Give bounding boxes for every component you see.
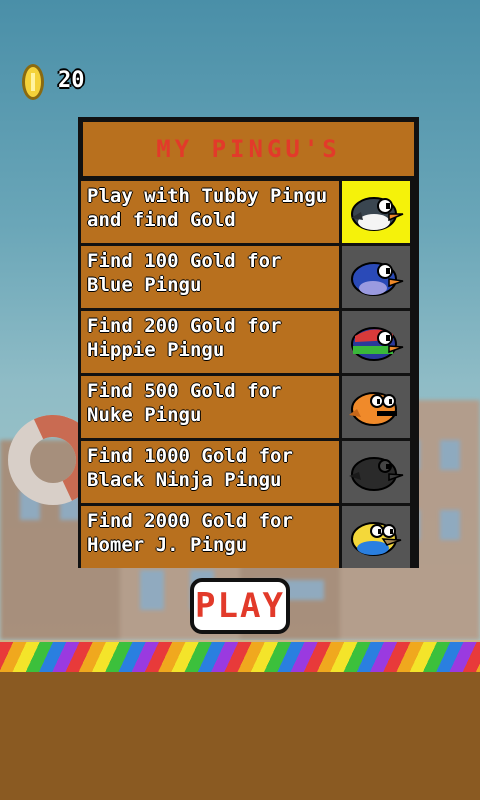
black-ninja-pingu-icon[interactable] (342, 441, 410, 503)
character-select-panel: MY PINGU'S Play with Tubby Pingu and fin… (78, 117, 419, 568)
homer-pingu-icon[interactable] (342, 506, 410, 568)
character-row-black-ninja[interactable]: Find 1000 Gold for Black Ninja Pingu (81, 441, 416, 503)
gold-coin-icon (22, 64, 44, 100)
character-label: Find 500 Gold for Nuke Pingu (81, 376, 339, 438)
coin-count: 20 (58, 68, 85, 93)
character-row-tubby[interactable]: Play with Tubby Pingu and find Gold (81, 181, 416, 243)
character-label: Play with Tubby Pingu and find Gold (81, 181, 339, 243)
character-label: Find 1000 Gold for Black Ninja Pingu (81, 441, 339, 503)
character-label: Find 2000 Gold for Homer J. Pingu (81, 506, 339, 568)
character-label: Find 200 Gold for Hippie Pingu (81, 311, 339, 373)
nuke-pingu-icon[interactable] (342, 376, 410, 438)
hippie-pingu-icon[interactable] (342, 311, 410, 373)
play-button[interactable]: PLAY (190, 578, 290, 634)
character-row-hippie[interactable]: Find 200 Gold for Hippie Pingu (81, 311, 416, 373)
panel-title: MY PINGU'S (81, 120, 416, 178)
blue-pingu-icon[interactable] (342, 246, 410, 308)
character-row-homer[interactable]: Find 2000 Gold for Homer J. Pingu (81, 506, 416, 568)
ground (0, 672, 480, 800)
character-label: Find 100 Gold for Blue Pingu (81, 246, 339, 308)
character-row-blue[interactable]: Find 100 Gold for Blue Pingu (81, 246, 416, 308)
character-row-nuke[interactable]: Find 500 Gold for Nuke Pingu (81, 376, 416, 438)
rainbow-ground-stripe (0, 640, 480, 675)
tubby-pingu-icon[interactable] (342, 181, 410, 243)
